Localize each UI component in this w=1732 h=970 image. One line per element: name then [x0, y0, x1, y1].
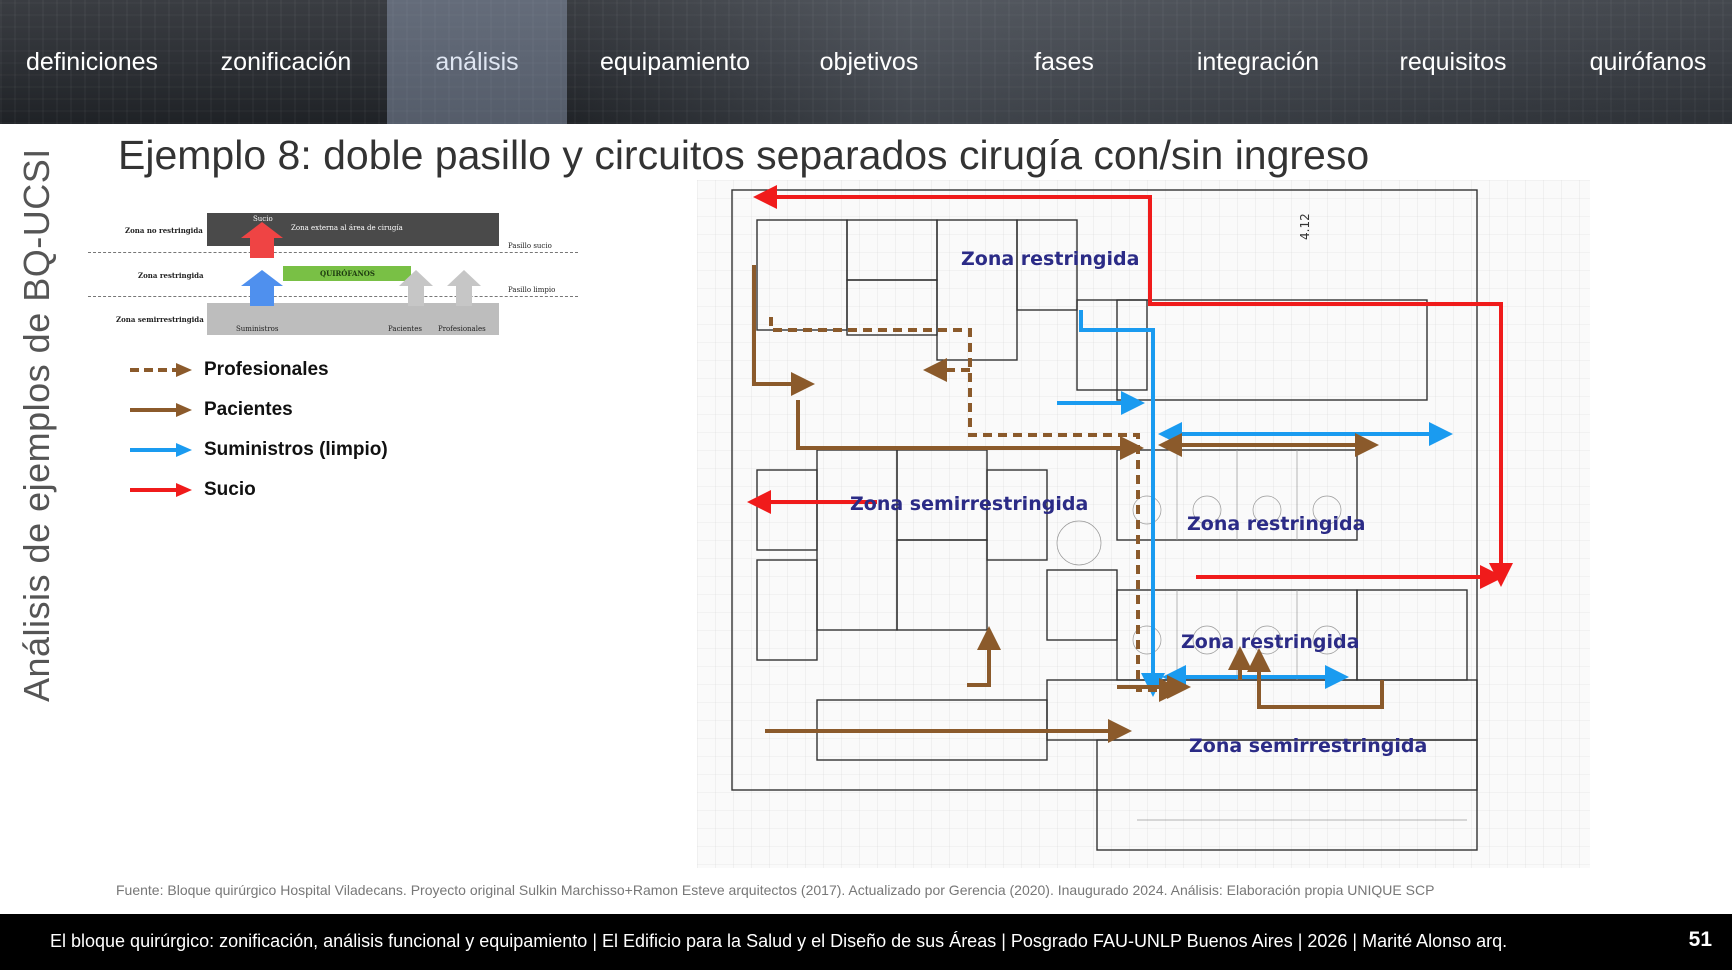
zoning-arrows	[241, 222, 481, 306]
flow-legend: Profesionales Pacientes Suministros (lim…	[128, 356, 428, 506]
zone-label-restricted-or2: Zona restringida	[1181, 631, 1359, 653]
slide-title: Ejemplo 8: doble pasillo y circuitos sep…	[118, 132, 1370, 178]
legend-label: Suministros (limpio)	[204, 439, 388, 460]
dirty-arrow-icon	[241, 222, 283, 258]
page-number: 51	[1688, 928, 1712, 951]
footer-text: El bloque quirúrgico: zonificación, anál…	[50, 931, 1508, 951]
patients-arrow-icon	[399, 270, 433, 306]
dashed-brown-arrow-icon	[130, 363, 192, 377]
nav-tab-quirofanos[interactable]: quirófanos	[1550, 0, 1732, 124]
zoning-diagram: Zona no restringida Zona restringida Zon…	[88, 208, 578, 343]
blue-arrow-icon	[130, 443, 192, 457]
nav-tab-fases[interactable]: fases	[972, 0, 1156, 124]
nav-tab-integracion[interactable]: integración	[1160, 0, 1356, 124]
legend-item-profesionales: Profesionales	[128, 356, 428, 386]
nav-tab-objetivos[interactable]: objetivos	[776, 0, 962, 124]
legend-label: Profesionales	[204, 359, 329, 380]
svg-text:4.12: 4.12	[1298, 213, 1312, 240]
floor-plan-drawing: 4.12 Zona restringida Zona semirrestring…	[697, 180, 1590, 868]
legend-label: Sucio	[204, 479, 256, 500]
legend-item-pacientes: Pacientes	[128, 396, 428, 426]
floor-plan: 4.12 Zona restringida Zona semirrestring…	[697, 180, 1590, 868]
professionals-arrow-icon	[447, 270, 481, 306]
nav-tab-requisitos[interactable]: requisitos	[1356, 0, 1550, 124]
zone-label-semirestricted-mid: Zona semirrestringida	[850, 493, 1088, 515]
red-arrow-icon	[130, 483, 192, 497]
zone-label-restricted-or1: Zona restringida	[1187, 513, 1365, 535]
brown-arrow-icon	[130, 403, 192, 417]
legend-item-suministros: Suministros (limpio)	[128, 436, 428, 466]
nav-tab-analisis[interactable]: análisis	[387, 0, 567, 124]
side-section-title: Análisis de ejemplos de BQ-UCSI	[16, 148, 57, 702]
footer-bar: El bloque quirúrgico: zonificación, anál…	[0, 914, 1732, 970]
room-dimension: 4.12	[1298, 213, 1312, 240]
legend-item-sucio: Sucio	[128, 476, 428, 506]
nav-tab-definiciones[interactable]: definiciones	[0, 0, 184, 124]
clean-arrow-icon	[241, 270, 283, 306]
nav-tab-zonificacion[interactable]: zonificación	[190, 0, 382, 124]
legend-label: Pacientes	[204, 399, 293, 420]
zone-label-semirestricted-bottom: Zona semirrestringida	[1189, 735, 1427, 757]
top-navigation-bar: definiciones zonificación análisis equip…	[0, 0, 1732, 124]
source-caption: Fuente: Bloque quirúrgico Hospital Vilad…	[116, 882, 1435, 898]
nav-tab-equipamiento[interactable]: equipamiento	[580, 0, 770, 124]
zone-label-restricted-top: Zona restringida	[961, 248, 1139, 270]
